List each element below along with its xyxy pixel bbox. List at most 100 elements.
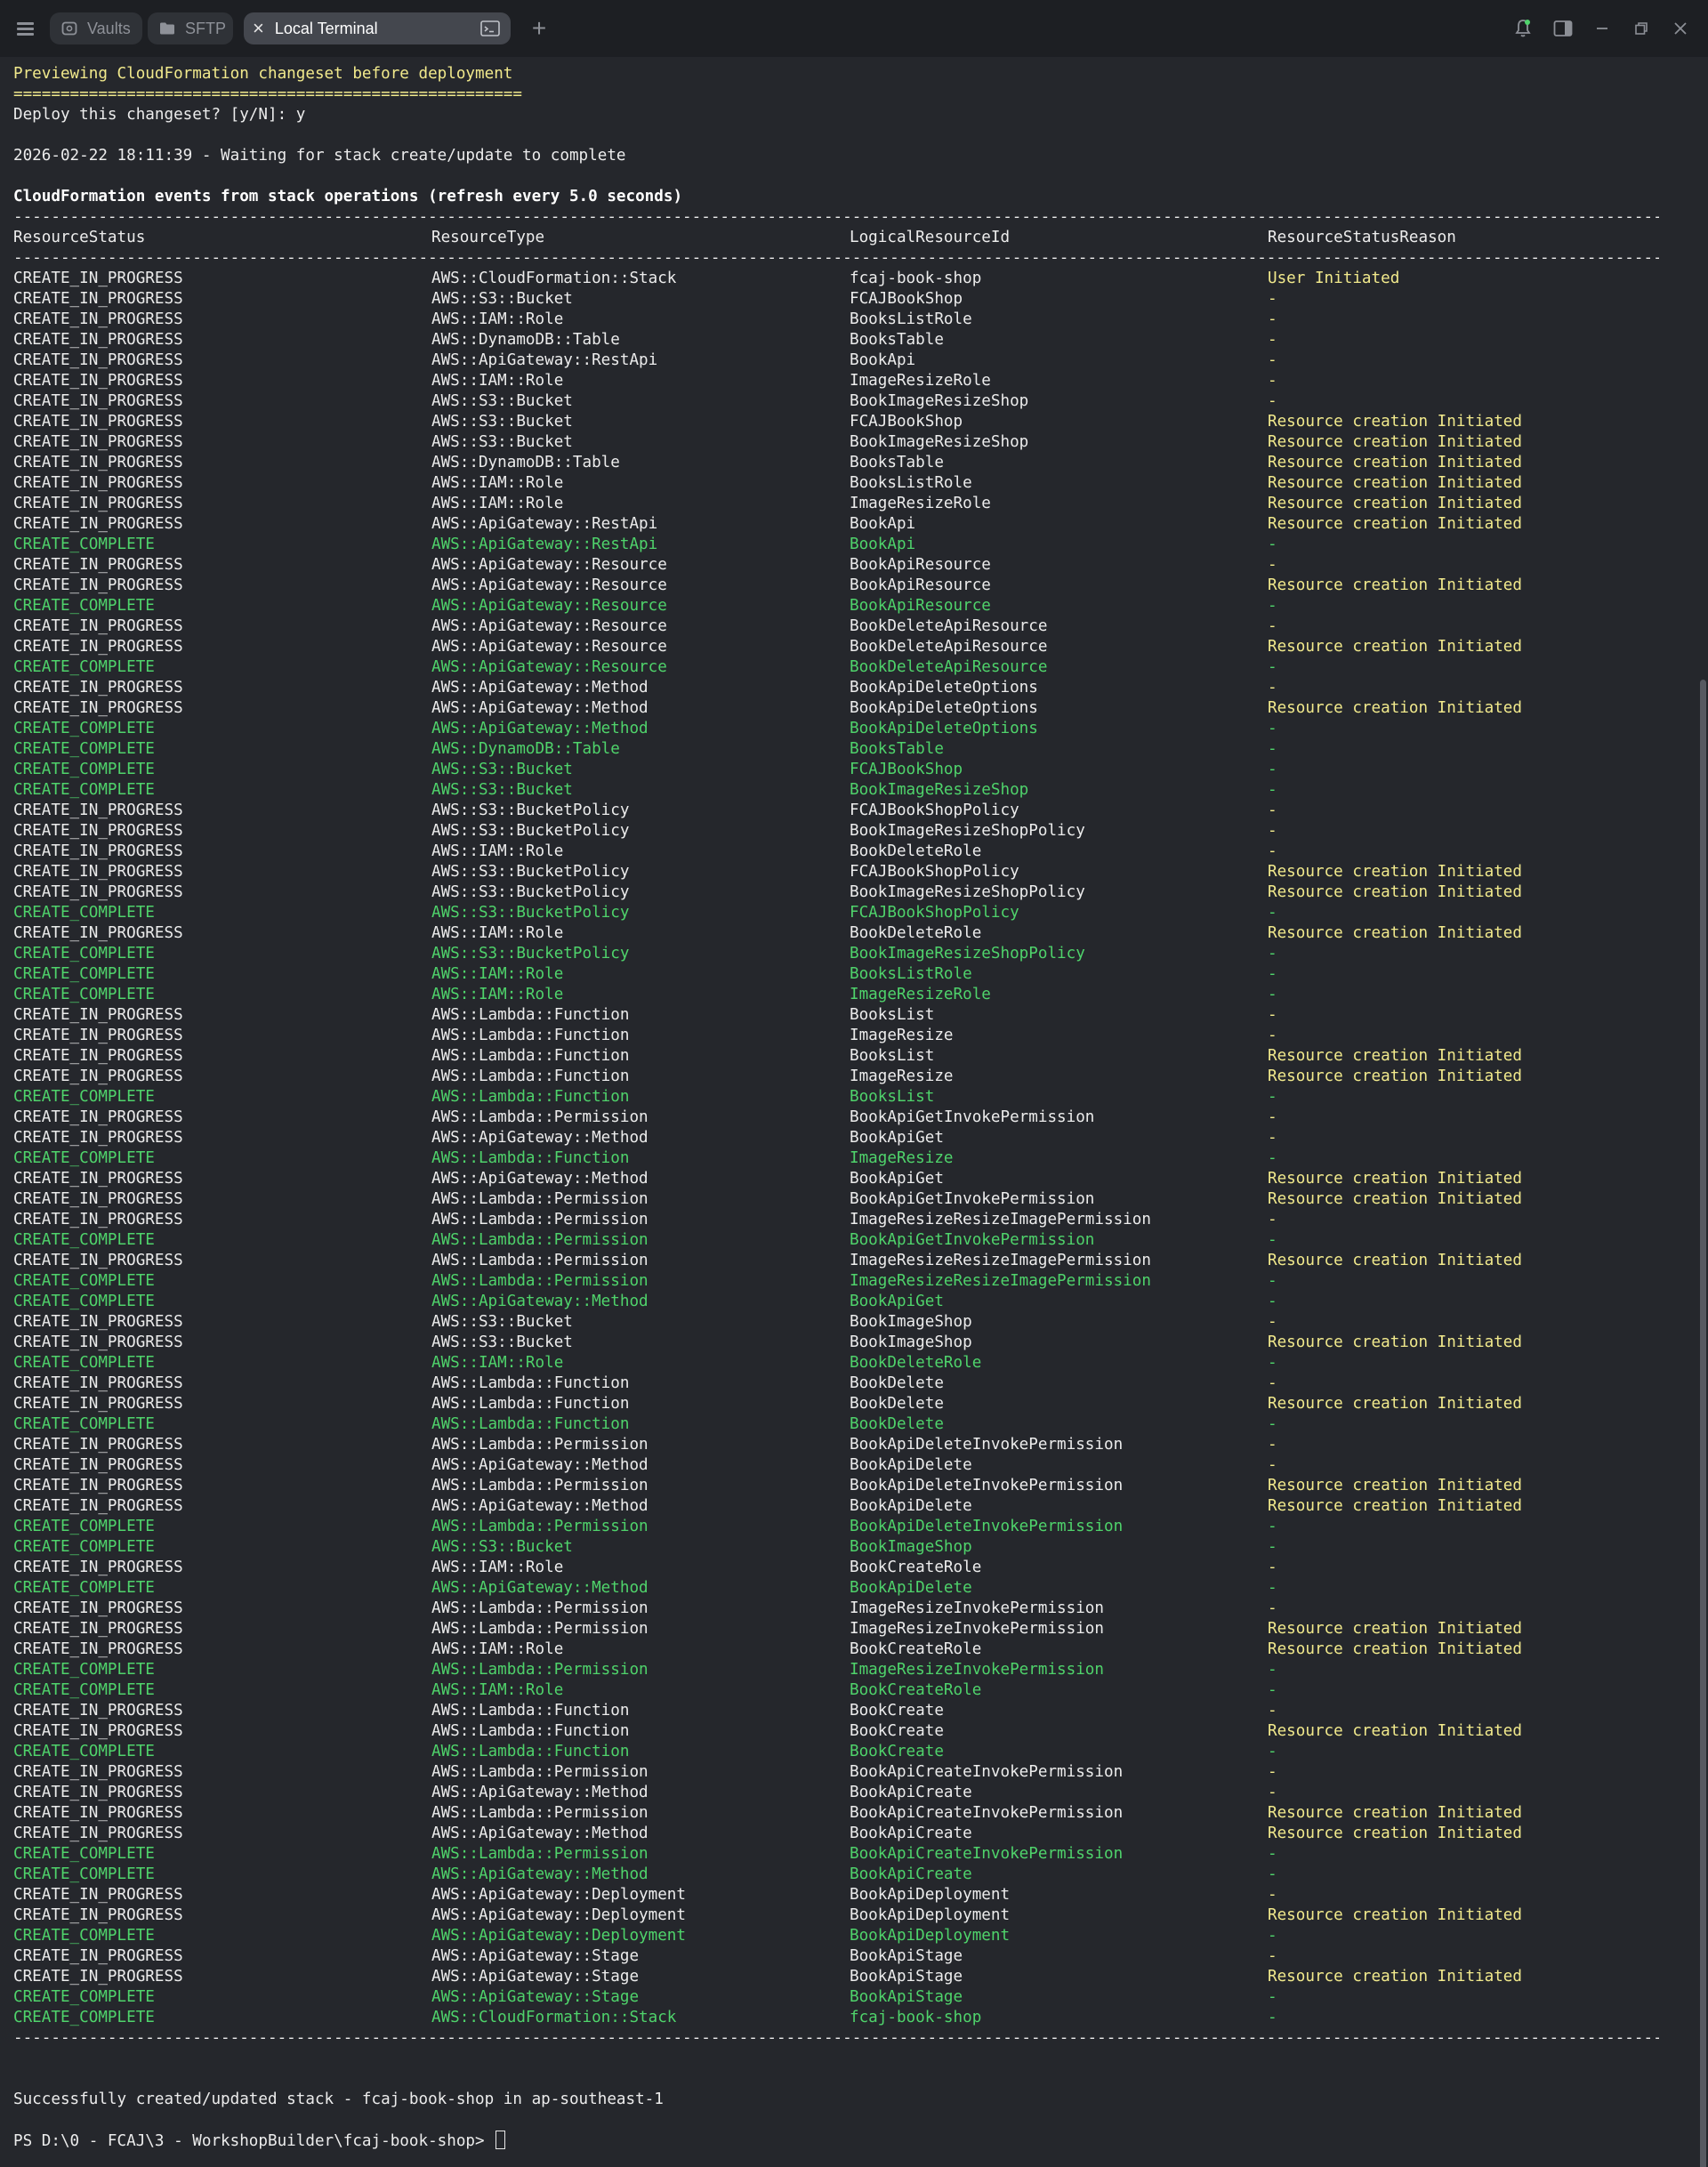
table-cell: BooksList [850, 1006, 935, 1024]
table-cell: CREATE_COMPLETE [13, 965, 155, 983]
table-cell: AWS::S3::Bucket [431, 433, 573, 451]
table-cell: AWS::IAM::Role [431, 842, 564, 860]
table-cell: - [1268, 1313, 1277, 1331]
table-cell: CREATE_IN_PROGRESS [13, 1886, 183, 1904]
table-cell: ImageResizeInvokePermission [850, 1661, 1104, 1679]
table-cell: - [1268, 1027, 1277, 1044]
vault-icon [60, 20, 78, 37]
table-cell: CREATE_IN_PROGRESS [13, 1763, 183, 1781]
table-cell: - [1268, 392, 1277, 410]
table-cell: AWS::ApiGateway::Method [431, 1497, 649, 1515]
table-cell: BookDeleteApiResource [850, 617, 1048, 635]
table-cell: - [1268, 1988, 1277, 2006]
table-cell: BookApiCreate [850, 1865, 972, 1883]
table-cell: BookImageResizeShopPolicy [850, 822, 1085, 840]
table-cell: BookApiDeleteInvokePermission [850, 1477, 1124, 1494]
table-cell: Resource creation Initiated [1268, 1190, 1522, 1208]
table-cell: CREATE_IN_PROGRESS [13, 1190, 183, 1208]
output-line: Previewing CloudFormation changeset befo… [13, 65, 513, 83]
restore-icon[interactable] [1629, 16, 1654, 41]
table-cell: BookCreate [850, 1702, 944, 1720]
table-cell: AWS::ApiGateway::Resource [431, 576, 667, 594]
menu-icon[interactable] [12, 15, 39, 42]
table-cell: FCAJBookShop [850, 413, 963, 431]
table-cell: AWS::IAM::Role [431, 1354, 564, 1372]
table-cell: - [1268, 1415, 1277, 1433]
tab-sftp[interactable]: SFTP [148, 12, 233, 44]
table-cell: CREATE_IN_PROGRESS [13, 556, 183, 574]
shell-prompt[interactable]: PS D:\0 - FCAJ\3 - WorkshopBuilder\fcaj-… [13, 2131, 506, 2151]
terminal-output[interactable]: Previewing CloudFormation changeset befo… [0, 57, 1697, 2167]
close-icon[interactable]: × [253, 19, 264, 38]
table-cell: CREATE_IN_PROGRESS [13, 1129, 183, 1147]
tab-local-terminal[interactable]: × Local Terminal [244, 12, 511, 44]
table-cell: AWS::IAM::Role [431, 495, 564, 512]
table-cell: BookCreateRole [850, 1681, 982, 1699]
table-cell: CREATE_COMPLETE [13, 1149, 155, 1167]
table-cell: - [1268, 351, 1277, 369]
scrollbar[interactable] [1697, 57, 1708, 2167]
table-cell: CREATE_IN_PROGRESS [13, 617, 183, 635]
table-cell: ImageResizeInvokePermission [850, 1620, 1104, 1638]
table-cell: ImageResize [850, 1067, 954, 1085]
table-cell: AWS::ApiGateway::Resource [431, 617, 667, 635]
table-cell: AWS::IAM::Role [431, 965, 564, 983]
table-cell: AWS::ApiGateway::Method [431, 1456, 649, 1474]
table-cell: BookApiResource [850, 576, 991, 594]
table-cell: - [1268, 1784, 1277, 1801]
table-cell: BookDeleteRole [850, 924, 982, 942]
table-cell: AWS::Lambda::Permission [431, 1231, 649, 1249]
table-cell: CREATE_IN_PROGRESS [13, 1395, 183, 1413]
table-cell: - [1268, 597, 1277, 615]
table-cell: BookImageResizeShopPolicy [850, 883, 1085, 901]
table-cell: - [1268, 1579, 1277, 1597]
table-cell: CREATE_IN_PROGRESS [13, 883, 183, 901]
tab-label: Local Terminal [274, 19, 378, 37]
column-header: LogicalResourceId [850, 229, 1011, 246]
table-cell: AWS::Lambda::Function [431, 1149, 630, 1167]
new-tab-button[interactable]: + [523, 12, 555, 44]
table-cell: Resource creation Initiated [1268, 1395, 1522, 1413]
table-cell: AWS::Lambda::Function [431, 1088, 630, 1106]
table-cell: BookDelete [850, 1374, 944, 1392]
table-cell: BookImageResizeShop [850, 781, 1029, 799]
table-cell: BooksListRole [850, 310, 972, 328]
table-cell: AWS::ApiGateway::Stage [431, 1947, 640, 1965]
table-cell: BookApiDelete [850, 1497, 972, 1515]
table-cell: - [1268, 556, 1277, 574]
table-cell: BooksTable [850, 331, 944, 349]
table-cell: AWS::ApiGateway::Deployment [431, 1886, 686, 1904]
notification-icon[interactable] [1511, 16, 1535, 41]
table-cell: BookImageResizeShopPolicy [850, 945, 1085, 963]
table-cell: - [1268, 761, 1277, 778]
split-pane-icon[interactable] [1551, 16, 1575, 41]
table-cell: CREATE_IN_PROGRESS [13, 1211, 183, 1229]
table-cell: BookApiDeployment [850, 1906, 1011, 1924]
table-cell: CREATE_COMPLETE [13, 1743, 155, 1760]
table-cell: CREATE_IN_PROGRESS [13, 576, 183, 594]
column-header: ResourceStatus [13, 229, 146, 246]
table-cell: AWS::Lambda::Permission [431, 1272, 649, 1290]
table-cell: Resource creation Initiated [1268, 433, 1522, 451]
table-cell: AWS::Lambda::Function [431, 1702, 630, 1720]
table-cell: BookApiCreateInvokePermission [850, 1804, 1124, 1822]
close-window-icon[interactable] [1668, 16, 1693, 41]
table-cell: AWS::Lambda::Permission [431, 1477, 649, 1494]
table-cell: AWS::Lambda::Function [431, 1722, 630, 1740]
table-cell: - [1268, 842, 1277, 860]
table-cell: AWS::S3::Bucket [431, 781, 573, 799]
table-cell: CREATE_COMPLETE [13, 1538, 155, 1556]
table-cell: - [1268, 986, 1277, 1003]
table-cell: Resource creation Initiated [1268, 454, 1522, 471]
table-cell: Resource creation Initiated [1268, 1477, 1522, 1494]
scrollbar-thumb[interactable] [1700, 680, 1706, 2167]
table-cell: CREATE_COMPLETE [13, 1927, 155, 1945]
minimize-icon[interactable] [1590, 16, 1615, 41]
table-cell: ImageResize [850, 1149, 954, 1167]
prompt-text: PS D:\0 - FCAJ\3 - WorkshopBuilder\fcaj-… [13, 2132, 495, 2150]
table-cell: CREATE_IN_PROGRESS [13, 1947, 183, 1965]
table-cell: ImageResizeRole [850, 372, 991, 390]
table-cell: BookApiCreate [850, 1784, 972, 1801]
tab-vaults[interactable]: Vaults [50, 12, 142, 44]
table-cell: AWS::S3::Bucket [431, 392, 573, 410]
